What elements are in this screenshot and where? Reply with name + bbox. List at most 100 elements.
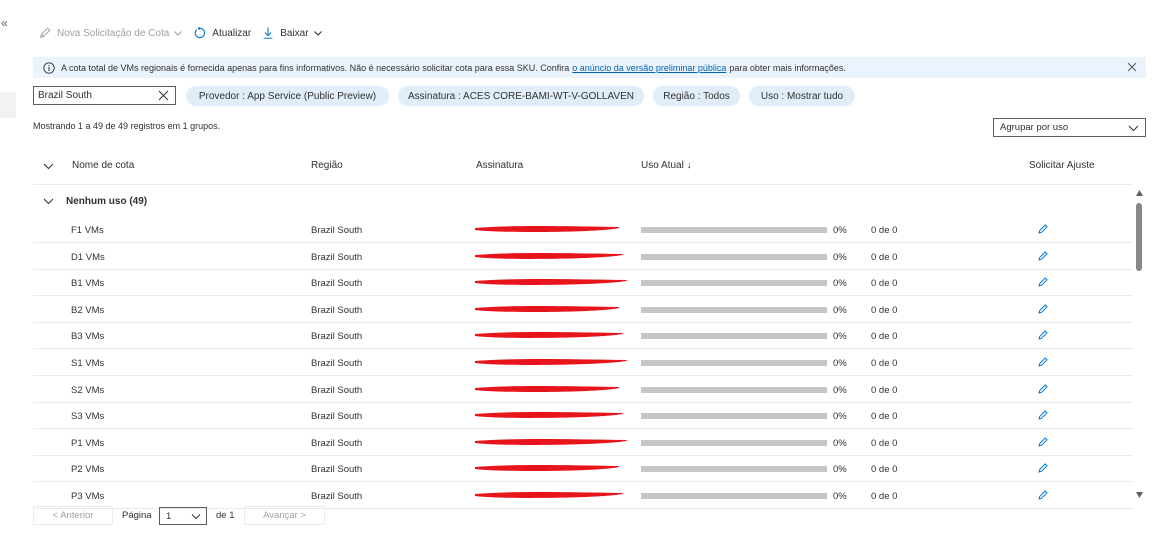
- usage-count: 0 de 0: [871, 411, 898, 422]
- refresh-label: Atualizar: [212, 27, 252, 39]
- edit-pencil-icon[interactable]: [1037, 276, 1049, 288]
- quota-region: Brazil South: [311, 491, 363, 502]
- quota-name: B2 VMs: [71, 305, 105, 316]
- edit-pencil-icon[interactable]: [1037, 409, 1049, 421]
- edit-pencil-icon[interactable]: [1037, 436, 1049, 448]
- redacted-subscription: [475, 359, 628, 365]
- nav-selected-item[interactable]: [0, 92, 16, 118]
- column-header-request: Solicitar Ajuste: [1029, 160, 1095, 171]
- search-input[interactable]: [38, 90, 148, 101]
- table-row[interactable]: B2 VMs Brazil South 0% 0 de 0: [33, 297, 1133, 323]
- table-row[interactable]: B3 VMs Brazil South 0% 0 de 0: [33, 323, 1133, 349]
- usage-percent: 0%: [833, 331, 847, 342]
- edit-pencil-icon[interactable]: [1037, 303, 1049, 315]
- next-page-button[interactable]: Avançar >: [244, 506, 325, 525]
- usage-count: 0 de 0: [871, 438, 898, 449]
- usage-count: 0 de 0: [871, 305, 898, 316]
- usage-bar: [641, 387, 827, 393]
- usage-percent: 0%: [833, 438, 847, 449]
- scroll-down-arrow-icon[interactable]: [1136, 492, 1143, 498]
- quota-region: Brazil South: [311, 385, 363, 396]
- quota-name: S1 VMs: [71, 358, 105, 369]
- usage-bar: [641, 466, 827, 472]
- usage-percent: 0%: [833, 385, 847, 396]
- redacted-subscription: [475, 465, 620, 471]
- quota-region: Brazil South: [311, 252, 363, 263]
- quota-region: Brazil South: [311, 438, 363, 449]
- usage-count: 0 de 0: [871, 358, 898, 369]
- edit-pencil-icon[interactable]: [1037, 223, 1049, 235]
- usage-percent: 0%: [833, 252, 847, 263]
- edit-pencil-icon[interactable]: [1037, 489, 1049, 501]
- group-by-dropdown[interactable]: Agrupar por uso: [993, 118, 1146, 137]
- table-row[interactable]: S1 VMs Brazil South 0% 0 de 0: [33, 350, 1133, 376]
- column-header-region[interactable]: Região: [311, 160, 343, 171]
- page-label: Página: [122, 509, 152, 521]
- scroll-up-arrow-icon[interactable]: [1136, 190, 1143, 196]
- chevron-down-icon: [43, 198, 54, 204]
- page-total-label: de 1: [216, 509, 235, 521]
- edit-pencil-icon[interactable]: [1037, 462, 1049, 474]
- group-header[interactable]: Nenhum uso (49): [33, 192, 147, 210]
- column-header-name[interactable]: Nome de cota: [72, 160, 134, 171]
- info-icon: [43, 61, 55, 74]
- edit-pencil-icon[interactable]: [1037, 356, 1049, 368]
- quota-region: Brazil South: [311, 305, 363, 316]
- close-icon[interactable]: [1126, 61, 1138, 73]
- table-row[interactable]: S3 VMs Brazil South 0% 0 de 0: [33, 403, 1133, 429]
- redacted-subscription: [475, 306, 620, 312]
- table-row[interactable]: S2 VMs Brazil South 0% 0 de 0: [33, 377, 1133, 403]
- quota-region: Brazil South: [311, 225, 363, 236]
- redacted-subscription: [475, 412, 624, 418]
- quota-region: Brazil South: [311, 278, 363, 289]
- subscription-filter-pill[interactable]: Assinatura : ACES CORE-BAMI-WT-V-GOLLAVE…: [398, 86, 644, 106]
- info-banner: A cota total de VMs regionais é fornecid…: [33, 57, 1146, 78]
- usage-percent: 0%: [833, 491, 847, 502]
- table-row[interactable]: P1 VMs Brazil South 0% 0 de 0: [33, 430, 1133, 456]
- quota-region: Brazil South: [311, 331, 363, 342]
- left-nav-strip: «: [0, 0, 22, 537]
- preview-announcement-link[interactable]: o anúncio da versão preliminar pública: [572, 63, 726, 73]
- clear-search-icon[interactable]: [158, 90, 169, 101]
- usage-percent: 0%: [833, 305, 847, 316]
- provider-filter-pill[interactable]: Provedor : App Service (Public Preview): [186, 86, 389, 106]
- quota-name: S2 VMs: [71, 385, 105, 396]
- edit-pencil-icon[interactable]: [1037, 383, 1049, 395]
- page-select[interactable]: 1: [159, 507, 207, 525]
- usage-percent: 0%: [833, 225, 847, 236]
- region-filter-pill[interactable]: Região : Todos: [653, 86, 740, 106]
- usage-bar: [641, 360, 827, 366]
- redacted-subscription: [475, 439, 628, 445]
- collapse-chevrons-icon[interactable]: «: [1, 16, 8, 30]
- edit-pencil-icon[interactable]: [1037, 250, 1049, 262]
- download-icon: [263, 27, 273, 39]
- table-row[interactable]: B1 VMs Brazil South 0% 0 de 0: [33, 270, 1133, 296]
- page-select-value: 1: [166, 510, 172, 522]
- search-field[interactable]: [33, 86, 176, 105]
- usage-bar: [641, 254, 827, 260]
- table-row[interactable]: F1 VMs Brazil South 0% 0 de 0: [33, 217, 1133, 243]
- edit-pencil-icon[interactable]: [1037, 329, 1049, 341]
- usage-bar: [641, 280, 827, 286]
- scrollbar-thumb[interactable]: [1136, 203, 1142, 271]
- usage-count: 0 de 0: [871, 225, 898, 236]
- usage-bar: [641, 413, 827, 419]
- usage-count: 0 de 0: [871, 385, 898, 396]
- usage-filter-pill[interactable]: Uso : Mostrar tudo: [749, 86, 855, 106]
- usage-count: 0 de 0: [871, 464, 898, 475]
- table-row[interactable]: D1 VMs Brazil South 0% 0 de 0: [33, 244, 1133, 270]
- refresh-button[interactable]: Atualizar: [193, 26, 251, 40]
- usage-percent: 0%: [833, 358, 847, 369]
- redacted-subscription: [475, 253, 624, 259]
- table-row[interactable]: P3 VMs Brazil South 0% 0 de 0: [33, 483, 1133, 509]
- column-header-subscription[interactable]: Assinatura: [476, 160, 523, 171]
- table-row[interactable]: P2 VMs Brazil South 0% 0 de 0: [33, 456, 1133, 482]
- previous-page-button[interactable]: < Anterior: [33, 506, 113, 525]
- usage-percent: 0%: [833, 278, 847, 289]
- collapse-all-chevron-icon[interactable]: [43, 162, 54, 171]
- quota-name: F1 VMs: [71, 225, 104, 236]
- download-button[interactable]: Baixar: [261, 26, 322, 40]
- new-quota-request-button[interactable]: Nova Solicitação de Cota: [38, 26, 183, 40]
- info-text: A cota total de VMs regionais é fornecid…: [61, 62, 570, 73]
- column-header-current-usage[interactable]: Uso Atual ↓: [641, 160, 692, 171]
